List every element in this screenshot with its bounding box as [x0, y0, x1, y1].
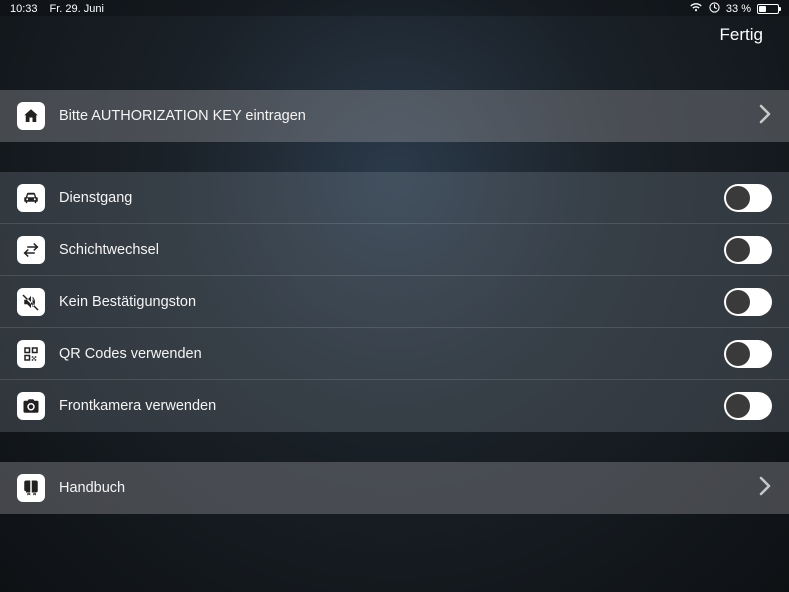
row-label: QR Codes verwenden: [59, 346, 724, 362]
status-date: Fr. 29. Juni: [50, 3, 104, 15]
camera-icon: [17, 392, 45, 420]
car-icon: [17, 184, 45, 212]
row-qr-codes: QR Codes verwenden: [0, 328, 789, 380]
row-label: Bitte AUTHORIZATION KEY eintragen: [59, 108, 758, 124]
row-authorization-key[interactable]: Bitte AUTHORIZATION KEY eintragen: [0, 90, 789, 142]
battery-text: 33 %: [726, 3, 751, 15]
chevron-right-icon: [758, 476, 772, 501]
qr-icon: [17, 340, 45, 368]
row-label: Frontkamera verwenden: [59, 398, 724, 414]
status-time: 10:33: [10, 3, 38, 15]
done-button[interactable]: Fertig: [720, 25, 763, 45]
row-dienstgang: Dienstgang: [0, 172, 789, 224]
chevron-right-icon: [758, 104, 772, 129]
row-handbuch[interactable]: Handbuch: [0, 462, 789, 514]
row-frontkamera: Frontkamera verwenden: [0, 380, 789, 432]
home-icon: [17, 102, 45, 130]
row-label: Kein Bestätigungston: [59, 294, 724, 310]
battery-icon: [757, 4, 779, 14]
header: Fertig: [0, 16, 789, 64]
mute-icon: [17, 288, 45, 316]
row-kein-bestaetigungston: Kein Bestätigungston: [0, 276, 789, 328]
toggle-dienstgang[interactable]: [724, 184, 772, 212]
wifi-icon: [689, 2, 703, 15]
toggle-frontkamera[interactable]: [724, 392, 772, 420]
toggle-qr-codes[interactable]: [724, 340, 772, 368]
row-label: Handbuch: [59, 480, 758, 496]
swap-icon: [17, 236, 45, 264]
section-authorization: Bitte AUTHORIZATION KEY eintragen: [0, 90, 789, 142]
row-label: Dienstgang: [59, 190, 724, 206]
row-schichtwechsel: Schichtwechsel: [0, 224, 789, 276]
toggle-bestaetigungston[interactable]: [724, 288, 772, 316]
section-settings: Dienstgang Schichtwechsel Kein Bestätigu…: [0, 172, 789, 432]
section-manual: Handbuch: [0, 462, 789, 514]
status-bar: 10:33 Fr. 29. Juni 33 %: [0, 0, 789, 16]
row-label: Schichtwechsel: [59, 242, 724, 258]
toggle-schichtwechsel[interactable]: [724, 236, 772, 264]
book-icon: [17, 474, 45, 502]
rotation-lock-icon: [709, 2, 720, 16]
